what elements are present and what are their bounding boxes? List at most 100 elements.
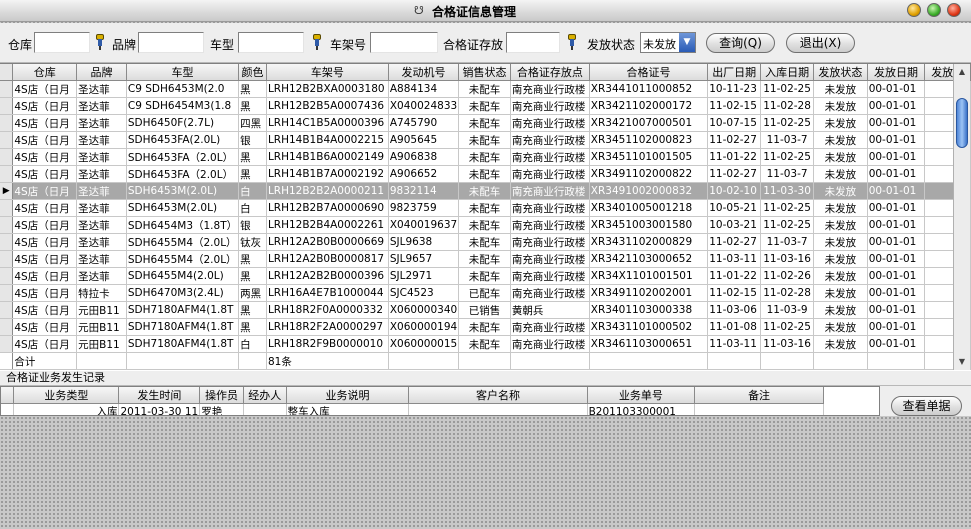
table-cell[interactable]: 南充商业行政楼 xyxy=(510,318,590,336)
table-cell[interactable]: LRH14B1B7A0002192 xyxy=(266,165,389,183)
table-cell[interactable]: 南充商业行政楼 xyxy=(510,80,590,98)
close-button[interactable] xyxy=(947,3,961,17)
table-cell[interactable]: 00-01-01 xyxy=(867,318,926,336)
table-cell[interactable]: 圣达菲 xyxy=(76,131,127,149)
table-cell[interactable]: 未发放 xyxy=(813,114,868,132)
table-cell[interactable]: SDH6453M(2.0L) xyxy=(126,182,240,200)
current-row-arrow-icon[interactable]: ▶ xyxy=(0,182,14,200)
table-cell[interactable]: LRH12A2B2B0000396 xyxy=(266,267,389,285)
table-cell[interactable]: 南充商业行政楼 xyxy=(510,250,590,268)
table-cell[interactable]: XR3451102000823 xyxy=(589,131,709,149)
table-cell[interactable]: SDH7180AFM4(1.8T xyxy=(126,318,240,336)
table-cell[interactable]: 00-01-01 xyxy=(867,80,926,98)
table-cell[interactable]: 00-01-01 xyxy=(867,250,926,268)
table-cell[interactable]: 钛灰 xyxy=(238,233,267,251)
row-indicator[interactable] xyxy=(0,148,14,166)
table-cell[interactable]: 00-01-01 xyxy=(867,335,926,353)
table-cell[interactable]: 未发放 xyxy=(813,80,868,98)
table-cell[interactable]: XR34X1101001501 xyxy=(589,267,709,285)
history-grid[interactable]: 业务类型 发生时间 操作员 经办人 业务说明 客户名称 业务单号 备注 入库 2011-03-3… xyxy=(0,386,880,416)
table-cell[interactable]: 11-03-11 xyxy=(707,250,762,268)
history-cell[interactable] xyxy=(694,403,825,415)
table-cell[interactable]: LRH14B1B6A0002149 xyxy=(266,148,389,166)
table-cell[interactable]: 11-03-7 xyxy=(760,165,815,183)
table-cell[interactable]: XR3431101000502 xyxy=(589,318,709,336)
table-cell[interactable]: LRH14C1B5A0000396 xyxy=(266,114,389,132)
history-cell[interactable] xyxy=(243,403,287,415)
table-cell[interactable]: 未配车 xyxy=(458,148,511,166)
table-cell[interactable]: SDH6453FA（2.0L） xyxy=(126,165,240,183)
table-cell[interactable]: 11-02-15 xyxy=(707,284,762,302)
table-cell[interactable]: LRH16A4E7B1000044 xyxy=(266,284,389,302)
column-header[interactable]: 发放状态 xyxy=(813,64,868,81)
table-cell[interactable]: 元田B11 xyxy=(76,318,127,336)
table-cell[interactable]: XR3401005001218 xyxy=(589,199,709,217)
table-cell[interactable]: 00-01-01 xyxy=(867,301,926,319)
table-cell[interactable]: XR3451003001580 xyxy=(589,216,709,234)
table-cell[interactable]: SDH6453FA（2.0L） xyxy=(126,148,240,166)
table-cell[interactable]: 11-02-28 xyxy=(760,284,815,302)
table-cell[interactable]: 未发放 xyxy=(813,267,868,285)
table-cell[interactable]: 未发放 xyxy=(813,97,868,115)
table-cell[interactable]: 9832114 xyxy=(388,182,460,200)
table-cell[interactable]: XR3441011000852 xyxy=(589,80,709,98)
table-cell[interactable]: 黑 xyxy=(238,165,267,183)
table-cell[interactable]: X060000194 xyxy=(388,318,460,336)
table-cell[interactable]: 圣达菲 xyxy=(76,233,127,251)
history-cell[interactable] xyxy=(408,403,588,415)
table-cell[interactable]: 未配车 xyxy=(458,165,511,183)
table-cell[interactable]: 未发放 xyxy=(813,318,868,336)
table-cell[interactable]: A745790 xyxy=(388,114,460,132)
table-cell[interactable]: 4S店（日月 xyxy=(12,148,78,166)
table-cell[interactable]: A905645 xyxy=(388,131,460,149)
table-cell[interactable]: 圣达菲 xyxy=(76,216,127,234)
table-cell[interactable]: C9 SDH6454M3(1.8 xyxy=(126,97,240,115)
table-cell[interactable]: 南充商业行政楼 xyxy=(510,233,590,251)
table-cell[interactable]: 南充商业行政楼 xyxy=(510,267,590,285)
certificate-grid[interactable]: 仓库 品牌 车型 颜色 车架号 发动机号 销售状态 合格证存放点 合格证号 出厂日期 入库日期 发放状… xyxy=(0,63,971,371)
table-cell[interactable]: 11-02-27 xyxy=(707,165,762,183)
table-cell[interactable]: 白 xyxy=(238,199,267,217)
table-cell[interactable]: 两黑 xyxy=(238,284,267,302)
table-cell[interactable]: 南充商业行政楼 xyxy=(510,199,590,217)
table-cell[interactable]: 11-02-25 xyxy=(760,318,815,336)
table-cell[interactable]: 11-03-16 xyxy=(760,250,815,268)
history-column-header[interactable]: 发生时间 xyxy=(118,387,201,404)
table-cell[interactable]: 4S店（日月 xyxy=(12,182,78,200)
table-cell[interactable]: 南充商业行政楼 xyxy=(510,148,590,166)
table-cell[interactable]: 11-02-27 xyxy=(707,131,762,149)
table-cell[interactable]: 00-01-01 xyxy=(867,199,926,217)
column-header[interactable]: 合格证存放点 xyxy=(510,64,590,81)
table-cell[interactable]: 已配车 xyxy=(458,284,511,302)
column-header[interactable]: 发放日期 xyxy=(867,64,926,81)
certificate-location-input[interactable] xyxy=(506,32,560,53)
row-indicator[interactable] xyxy=(0,131,14,149)
table-cell[interactable]: 黑 xyxy=(238,301,267,319)
table-cell[interactable]: 10-07-15 xyxy=(707,114,762,132)
table-cell[interactable]: 00-01-01 xyxy=(867,114,926,132)
warehouse-input[interactable] xyxy=(34,32,90,53)
minimize-button[interactable] xyxy=(907,3,921,17)
table-cell[interactable]: 白 xyxy=(238,182,267,200)
table-cell[interactable]: 4S店（日月 xyxy=(12,267,78,285)
table-cell[interactable]: LRH12B2B2A0000211 xyxy=(266,182,389,200)
row-indicator[interactable] xyxy=(0,284,14,302)
table-cell[interactable]: 11-01-08 xyxy=(707,318,762,336)
table-row[interactable]: 4S店（日月 圣达菲 SDH6455M4(2.0L) 黑 LRH12A2B2B00003… xyxy=(0,267,971,285)
table-cell[interactable]: 黑 xyxy=(238,97,267,115)
history-column-header[interactable]: 操作员 xyxy=(199,387,244,404)
table-cell[interactable]: 黑 xyxy=(238,267,267,285)
row-indicator[interactable] xyxy=(0,335,14,353)
row-indicator[interactable] xyxy=(0,318,14,336)
query-button[interactable]: 查询(Q) xyxy=(706,33,775,53)
model-picker-icon[interactable] xyxy=(311,34,323,50)
table-cell[interactable]: 9823759 xyxy=(388,199,460,217)
column-header[interactable]: 车型 xyxy=(126,64,240,81)
scroll-up-icon[interactable]: ▲ xyxy=(956,66,968,78)
table-cell[interactable]: A884134 xyxy=(388,80,460,98)
table-cell[interactable]: LRH14B1B4A0002215 xyxy=(266,131,389,149)
table-cell[interactable]: 未配车 xyxy=(458,216,511,234)
table-cell[interactable]: 4S店（日月 xyxy=(12,80,78,98)
table-cell[interactable]: 南充商业行政楼 xyxy=(510,97,590,115)
history-column-header[interactable]: 业务类型 xyxy=(13,387,120,404)
